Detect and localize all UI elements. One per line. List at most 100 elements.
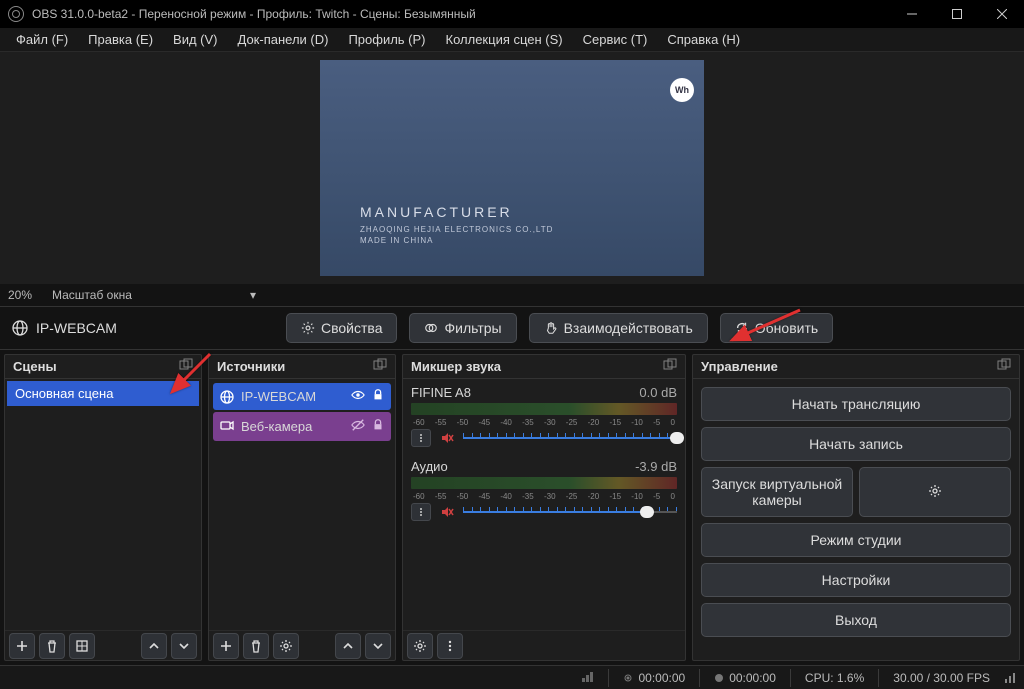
menu-file[interactable]: Файл (F) — [6, 30, 78, 49]
record-status: 00:00:00 — [714, 671, 776, 685]
sources-footer — [209, 630, 395, 660]
settings-button[interactable]: Настройки — [701, 563, 1011, 597]
camera-icon — [219, 417, 235, 436]
add-source-button[interactable] — [213, 633, 239, 659]
menu-profile[interactable]: Профиль (P) — [338, 30, 435, 49]
scenes-header: Сцены — [5, 355, 201, 379]
preview-line2: ZHAOQING HEJIA ELECTRONICS CO.,LTD — [360, 224, 553, 235]
mute-button[interactable] — [437, 429, 457, 447]
start-stream-button[interactable]: Начать трансляцию — [701, 387, 1011, 421]
interact-button[interactable]: Взаимодействовать — [529, 313, 708, 343]
titlebar: OBS 31.0.0-beta2 - Переносной режим - Пр… — [0, 0, 1024, 28]
menu-scene-collection[interactable]: Коллекция сцен (S) — [436, 30, 573, 49]
statusbar: 00:00:00 00:00:00 CPU: 1.6% 30.00 / 30.0… — [0, 665, 1024, 689]
channel-menu-button[interactable] — [411, 503, 431, 521]
popout-icon[interactable] — [997, 358, 1011, 375]
remove-scene-button[interactable] — [39, 633, 65, 659]
stats-icon[interactable] — [1004, 672, 1016, 684]
virtual-cam-settings-button[interactable] — [859, 467, 1011, 517]
start-record-button[interactable]: Начать запись — [701, 427, 1011, 461]
move-scene-down-button[interactable] — [171, 633, 197, 659]
scenes-dock: Сцены Основная сцена — [4, 354, 202, 661]
menubar: Файл (F) Правка (E) Вид (V) Док-панели (… — [0, 28, 1024, 52]
sources-dock: Источники IP-WEBCAM Веб-камера — [208, 354, 396, 661]
menu-tools[interactable]: Сервис (T) — [573, 30, 658, 49]
maximize-button[interactable] — [934, 0, 979, 28]
meter-scale: -60-55-50-45-40-35-30-25-20-15-10-50 — [411, 492, 677, 501]
audio-meter — [411, 477, 677, 489]
remove-source-button[interactable] — [243, 633, 269, 659]
source-item-webcam[interactable]: Веб-камера — [213, 412, 391, 441]
zoom-dropdown-icon[interactable]: ▾ — [250, 288, 256, 302]
channel-menu-button[interactable] — [411, 429, 431, 447]
menu-edit[interactable]: Правка (E) — [78, 30, 163, 49]
meter-scale: -60-55-50-45-40-35-30-25-20-15-10-50 — [411, 418, 677, 427]
scene-item[interactable]: Основная сцена — [7, 381, 199, 406]
source-context-toolbar: IP-WEBCAM Свойства Фильтры Взаимодейство… — [0, 306, 1024, 350]
mixer-settings-button[interactable] — [407, 633, 433, 659]
menu-view[interactable]: Вид (V) — [163, 30, 227, 49]
stream-status: 00:00:00 — [623, 671, 685, 685]
source-properties-button[interactable] — [273, 633, 299, 659]
context-source-label: IP-WEBCAM — [36, 320, 117, 336]
docks-area: Сцены Основная сцена Источники IP-WEBCAM — [0, 350, 1024, 665]
refresh-button[interactable]: Обновить — [720, 313, 833, 343]
eye-icon[interactable] — [351, 388, 365, 405]
studio-mode-button[interactable]: Режим студии — [701, 523, 1011, 557]
obs-logo-icon — [8, 6, 24, 22]
eye-off-icon[interactable] — [351, 418, 365, 435]
filters-button[interactable]: Фильтры — [409, 313, 516, 343]
scene-filter-button[interactable] — [69, 633, 95, 659]
exit-button[interactable]: Выход — [701, 603, 1011, 637]
zoom-percent[interactable]: 20% — [8, 288, 48, 302]
zoom-mode-label[interactable]: Масштаб окна — [52, 288, 132, 302]
context-source-name: IP-WEBCAM — [12, 320, 192, 336]
add-scene-button[interactable] — [9, 633, 35, 659]
preview-frame[interactable]: Wh MANUFACTURER ZHAOQING HEJIA ELECTRONI… — [320, 60, 704, 276]
move-source-up-button[interactable] — [335, 633, 361, 659]
mixer-channel: Аудио -3.9 dB -60-55-50-45-40-35-30-25-20… — [405, 455, 683, 529]
mute-button[interactable] — [437, 503, 457, 521]
preview-area[interactable]: Wh MANUFACTURER ZHAOQING HEJIA ELECTRONI… — [0, 52, 1024, 284]
menu-help[interactable]: Справка (H) — [657, 30, 750, 49]
source-item-ipwebcam[interactable]: IP-WEBCAM — [213, 383, 391, 410]
fps-status: 30.00 / 30.00 FPS — [893, 671, 990, 685]
popout-icon[interactable] — [373, 358, 387, 375]
channel-name: Аудио — [411, 459, 448, 474]
volume-slider[interactable] — [463, 505, 677, 519]
lock-icon[interactable] — [371, 418, 385, 435]
move-scene-up-button[interactable] — [141, 633, 167, 659]
scenes-title: Сцены — [13, 359, 57, 374]
preview-text: MANUFACTURER ZHAOQING HEJIA ELECTRONICS … — [360, 204, 553, 246]
cpu-status: CPU: 1.6% — [805, 671, 864, 685]
popout-icon[interactable] — [179, 358, 193, 375]
record-icon — [714, 673, 724, 683]
gear-icon — [301, 321, 315, 335]
filters-icon — [424, 321, 438, 335]
zoom-bar: 20% Масштаб окна ▾ — [0, 284, 1024, 306]
sources-title: Источники — [217, 359, 285, 374]
channel-db: 0.0 dB — [639, 385, 677, 400]
preview-brand-logo: Wh — [670, 78, 694, 102]
channel-db: -3.9 dB — [635, 459, 677, 474]
mixer-title: Микшер звука — [411, 359, 501, 374]
network-indicator — [582, 671, 594, 685]
scenes-footer — [5, 630, 201, 660]
popout-icon[interactable] — [663, 358, 677, 375]
source-label: Веб-камера — [241, 419, 312, 434]
properties-button[interactable]: Свойства — [286, 313, 397, 343]
gear-icon — [928, 484, 942, 498]
refresh-icon — [735, 321, 749, 335]
preview-line1: MANUFACTURER — [360, 204, 553, 220]
lock-icon[interactable] — [371, 388, 385, 405]
globe-icon — [12, 320, 28, 336]
mixer-header: Микшер звука — [403, 355, 685, 379]
mixer-footer — [403, 630, 685, 660]
mixer-menu-button[interactable] — [437, 633, 463, 659]
move-source-down-button[interactable] — [365, 633, 391, 659]
minimize-button[interactable] — [889, 0, 934, 28]
start-virtual-cam-button[interactable]: Запуск виртуальной камеры — [701, 467, 853, 517]
volume-slider[interactable] — [463, 431, 677, 445]
menu-docks[interactable]: Док-панели (D) — [228, 30, 339, 49]
close-button[interactable] — [979, 0, 1024, 28]
